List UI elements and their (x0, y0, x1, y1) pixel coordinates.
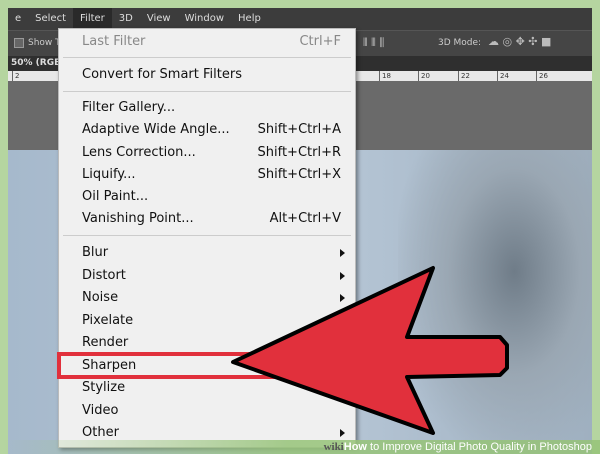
watermark-bar: wikiHow to Improve Digital Photo Quality… (0, 440, 600, 454)
watermark-brand2: How (343, 441, 367, 453)
wikihow-watermark: wikiHow to Improve Digital Photo Quality… (324, 440, 592, 454)
watermark-brand: wiki (323, 441, 344, 453)
red-arrow-shape (231, 266, 509, 435)
watermark-title: to Improve Digital Photo Quality in Phot… (366, 441, 592, 453)
red-arrow-icon (231, 266, 509, 435)
